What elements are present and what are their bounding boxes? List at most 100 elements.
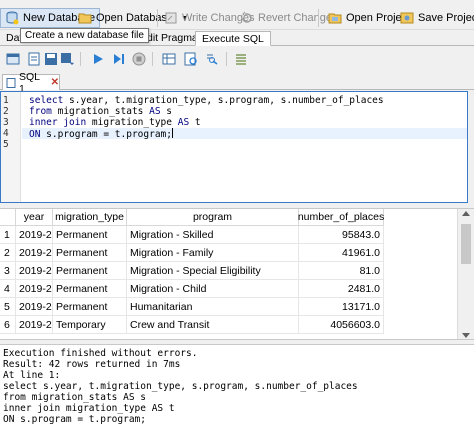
column-header-number-of-places[interactable]: number_of_places (298, 209, 384, 226)
find-text-icon[interactable] (184, 52, 198, 66)
execute-line-icon[interactable] (112, 52, 126, 66)
log-line: ON s.program = t.program; (3, 414, 146, 425)
cell-migration-type[interactable]: Permanent (53, 262, 127, 280)
sql-toolbar-separator (152, 52, 153, 66)
code-text: migration_type (86, 117, 178, 128)
execution-log: Execution finished without errors. Resul… (0, 344, 474, 431)
cell-number-of-places[interactable]: 2481.0 (299, 280, 384, 298)
keyword: ON (29, 129, 41, 140)
cell-program[interactable]: Migration - Special Eligibility (127, 262, 299, 280)
results-scrollbar[interactable] (457, 209, 474, 339)
row-number[interactable]: 6 (0, 316, 16, 334)
sql-editor[interactable]: 1 2 3 4 5 select s.year, t.migration_typ… (0, 91, 468, 203)
save-project-button[interactable]: Save Project (396, 8, 474, 28)
cell-number-of-places[interactable]: 81.0 (299, 262, 384, 280)
sql-tab-bar: SQL 1 ✕ (0, 71, 474, 95)
line-number: 4 (3, 128, 9, 139)
sql-toolbar (0, 47, 474, 71)
write-changes-icon (165, 12, 177, 24)
keyword: AS (177, 117, 190, 128)
tab-execute-sql[interactable]: Execute SQL (195, 31, 271, 46)
cell-program[interactable]: Migration - Skilled (127, 226, 299, 244)
toolbar-separator (318, 9, 319, 27)
row-number[interactable]: 5 (0, 298, 16, 316)
cell-year[interactable]: 2019-20 (16, 226, 53, 244)
line-number: 5 (3, 139, 9, 150)
sql-file-icon (6, 77, 16, 88)
code-text: t (189, 117, 201, 128)
table-row[interactable]: 1 2019-20 Permanent Migration - Skilled … (0, 226, 456, 244)
save-project-label: Save Project (418, 12, 474, 24)
save-sql-file-icon[interactable] (44, 52, 58, 66)
comment-lines-icon[interactable] (234, 52, 248, 66)
keyword: inner join (29, 117, 87, 128)
line-number: 3 (3, 117, 9, 128)
open-tab-icon[interactable] (6, 52, 20, 66)
save-project-icon (400, 12, 414, 24)
cell-migration-type[interactable]: Permanent (53, 226, 127, 244)
log-line: from migration_stats AS s (3, 392, 146, 403)
cell-number-of-places[interactable]: 95843.0 (299, 226, 384, 244)
cell-migration-type[interactable]: Permanent (53, 298, 127, 316)
scroll-down-icon[interactable] (462, 333, 470, 338)
cell-program[interactable]: Humanitarian (127, 298, 299, 316)
cell-program[interactable]: Crew and Transit (127, 316, 299, 334)
cell-year[interactable]: 2019-20 (16, 262, 53, 280)
row-number[interactable]: 3 (0, 262, 16, 280)
log-line: select s.year, t.migration_type, s.progr… (3, 381, 358, 392)
code-line: inner join migration_type AS t (29, 117, 201, 128)
main-toolbar: New Database Open Database ▼ Write Chang… (0, 6, 474, 30)
row-number[interactable]: 1 (0, 226, 16, 244)
line-number: 1 (3, 95, 9, 106)
scroll-up-icon[interactable] (462, 211, 470, 216)
column-header-migration-type[interactable]: migration_type (53, 209, 127, 226)
code-line: select s.year, t.migration_type, s.progr… (29, 95, 384, 106)
folder-open-icon (78, 13, 92, 24)
cell-number-of-places[interactable]: 13171.0 (299, 298, 384, 316)
log-line: Result: 42 rows returned in 7ms (3, 359, 181, 370)
save-dropdown-icon[interactable] (60, 52, 74, 66)
scrollbar-thumb[interactable] (461, 224, 471, 264)
corner-header[interactable] (0, 209, 16, 226)
cell-number-of-places[interactable]: 41961.0 (299, 244, 384, 262)
table-row[interactable]: 5 2019-20 Permanent Humanitarian 13171.0 (0, 298, 456, 316)
cell-migration-type[interactable]: Permanent (53, 244, 127, 262)
line-number-gutter: 1 2 3 4 5 (1, 92, 21, 202)
code-text: s.year, t.migration_type, s.program, s.n… (63, 95, 384, 106)
sql-tab[interactable]: SQL 1 ✕ (2, 71, 60, 95)
open-project-icon (328, 13, 342, 24)
cell-migration-type[interactable]: Temporary (53, 316, 127, 334)
revert-changes-icon (242, 11, 252, 23)
cell-year[interactable]: 2019-20 (16, 280, 53, 298)
code-text: s.program = t.program; (40, 129, 173, 140)
table-row[interactable]: 3 2019-20 Permanent Migration - Special … (0, 262, 456, 280)
table-row[interactable]: 2 2019-20 Permanent Migration - Family 4… (0, 244, 456, 262)
cell-year[interactable]: 2019-20 (16, 244, 53, 262)
column-header-year[interactable]: year (16, 209, 53, 226)
table-row[interactable]: 6 2019-20 Temporary Crew and Transit 405… (0, 316, 456, 334)
column-header-program[interactable]: program (127, 209, 299, 226)
cell-year[interactable]: 2019-20 (16, 316, 53, 334)
row-number[interactable]: 2 (0, 244, 16, 262)
new-database-icon (6, 11, 19, 25)
find-replace-icon[interactable] (205, 52, 219, 66)
sql-toolbar-separator (80, 52, 81, 66)
close-icon[interactable]: ✕ (51, 77, 59, 88)
line-number: 2 (3, 106, 9, 117)
toolbar-separator (157, 9, 158, 27)
cell-number-of-places[interactable]: 4056603.0 (299, 316, 384, 334)
save-results-icon[interactable] (162, 52, 176, 66)
tooltip: Create a new database file (20, 28, 149, 43)
cell-program[interactable]: Migration - Family (127, 244, 299, 262)
table-row[interactable]: 4 2019-20 Permanent Migration - Child 24… (0, 280, 456, 298)
cell-year[interactable]: 2019-20 (16, 298, 53, 316)
row-number[interactable]: 4 (0, 280, 16, 298)
text-caret (172, 128, 174, 138)
execute-all-icon[interactable] (91, 52, 105, 66)
stop-execution-icon[interactable] (132, 52, 146, 66)
results-grid[interactable]: year migration_type program number_of_pl… (0, 208, 474, 340)
cell-program[interactable]: Migration - Child (127, 280, 299, 298)
cell-migration-type[interactable]: Permanent (53, 280, 127, 298)
code-line: from migration_stats AS s (29, 106, 172, 117)
open-sql-file-icon[interactable] (27, 52, 41, 66)
